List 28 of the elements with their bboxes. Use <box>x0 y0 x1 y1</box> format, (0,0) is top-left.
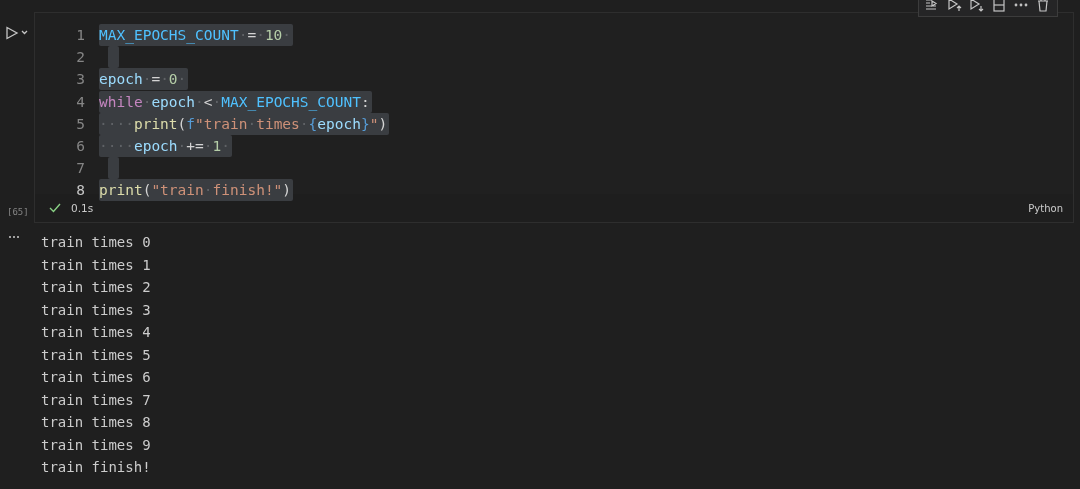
output-line: train times 9 <box>41 435 151 455</box>
output-line: train finish! <box>41 458 151 477</box>
line-number: 2 <box>75 49 86 66</box>
output-line: train times 3 <box>41 300 151 320</box>
line-number: 4 <box>75 93 86 110</box>
line-number: 3 <box>75 71 86 88</box>
output-line: train times 6 <box>41 368 151 387</box>
output-line: train times 5 <box>41 345 151 365</box>
line-number: 8 <box>75 182 86 199</box>
run-cell-button[interactable] <box>5 26 29 40</box>
line-number: 1 <box>75 27 86 44</box>
execution-time: 0.1s <box>71 202 94 214</box>
language-label[interactable]: Python <box>1028 202 1063 214</box>
line-number: 7 <box>75 160 86 177</box>
output-line: train times 2 <box>41 278 151 297</box>
output-line: train times 8 <box>41 413 151 432</box>
split-cell-icon[interactable] <box>991 0 1007 12</box>
output-line: train times 7 <box>41 390 151 410</box>
output-line: train times 1 <box>41 255 151 275</box>
run-below-icon[interactable] <box>969 0 985 12</box>
more-icon[interactable] <box>8 235 20 239</box>
output-line: train times 0 <box>41 233 151 252</box>
execution-count: [65] <box>7 207 29 217</box>
line-number: 5 <box>75 115 86 132</box>
output-line: train times 4 <box>41 323 151 342</box>
line-number: 6 <box>75 138 86 155</box>
delete-icon[interactable] <box>1035 0 1051 12</box>
run-above-icon[interactable] <box>947 0 963 12</box>
